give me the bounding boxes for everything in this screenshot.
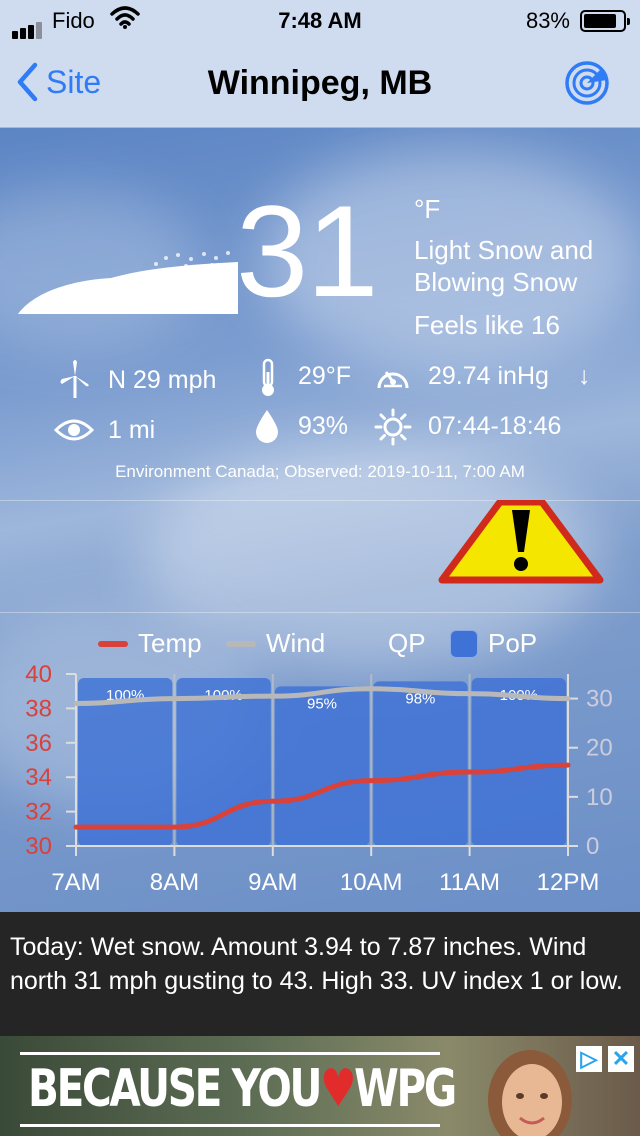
- feels-like: Feels like 16: [414, 310, 560, 340]
- y-tick-label-right: 20: [586, 735, 613, 762]
- pop-label: 95%: [307, 695, 337, 712]
- y-tick-label-right: 10: [586, 784, 613, 811]
- y-tick-label-left: 30: [25, 833, 52, 860]
- dewpoint-value: 29°F: [298, 362, 352, 390]
- x-tick-label: 12PM: [537, 869, 600, 896]
- top-bar: Fido 7:48 AM 83% Site Winnipeg, MB: [0, 0, 640, 128]
- x-tick-label: 7AM: [51, 869, 100, 896]
- sunrise-sunset-value: 07:44-18:46: [428, 412, 562, 440]
- warning-icon[interactable]: [438, 500, 604, 586]
- current-temperature: 31: [236, 178, 379, 324]
- back-label: Site: [46, 63, 102, 100]
- wind-turbine-icon: [60, 360, 89, 398]
- humidity-drop-icon: [256, 410, 278, 443]
- gauge-icon: [377, 371, 409, 389]
- x-tick-label: 9AM: [248, 869, 297, 896]
- y-tick-label-right: 0: [586, 833, 599, 860]
- hourly-chart: 100% 100% 95% 98% 100%40383634323030201007AM…: [25, 661, 613, 896]
- ad-info-icon[interactable]: ▷: [576, 1046, 602, 1072]
- humidity-value: 93%: [298, 412, 349, 440]
- pressure-trend-icon: ↓: [578, 362, 591, 390]
- snow-cloud-icon: [18, 251, 238, 314]
- current-condition: Light Snow and Blowing Snow: [414, 235, 594, 297]
- chevron-left-icon: [17, 62, 38, 102]
- x-tick-label: 8AM: [150, 869, 199, 896]
- y-tick-label-left: 36: [25, 730, 52, 757]
- y-tick-label-right: 30: [586, 686, 613, 713]
- y-tick-label-left: 34: [25, 764, 52, 791]
- x-tick-label: 10AM: [340, 869, 403, 896]
- thermometer-icon: [262, 358, 274, 396]
- x-tick-label: 11AM: [439, 869, 500, 896]
- y-tick-label-left: 40: [25, 661, 52, 688]
- radar-icon[interactable]: [564, 60, 610, 106]
- temperature-unit: °F: [414, 194, 441, 224]
- eye-icon: [54, 419, 94, 441]
- battery-percent: 83%: [525, 8, 570, 33]
- ad-controls: ▷ ✕: [576, 1046, 634, 1072]
- pressure-value: 29.74 inHg: [428, 362, 549, 390]
- status-bar: Fido 7:48 AM 83%: [0, 0, 640, 40]
- back-button[interactable]: Site: [16, 62, 101, 102]
- observation-source: Environment Canada; Observed: 2019-10-11…: [115, 462, 525, 481]
- y-tick-label-left: 32: [25, 799, 52, 826]
- visibility-value: 1 mi: [108, 416, 156, 444]
- battery-icon: [580, 10, 630, 32]
- sun-icon: [374, 408, 412, 446]
- divider: [0, 612, 640, 613]
- wind-value: N 29 mph: [108, 366, 217, 394]
- forecast-text: Today: Wet snow. Amount 3.94 to 7.87 inc…: [0, 912, 640, 1036]
- ad-close-icon[interactable]: ✕: [608, 1046, 634, 1072]
- y-tick-label-left: 38: [25, 695, 52, 722]
